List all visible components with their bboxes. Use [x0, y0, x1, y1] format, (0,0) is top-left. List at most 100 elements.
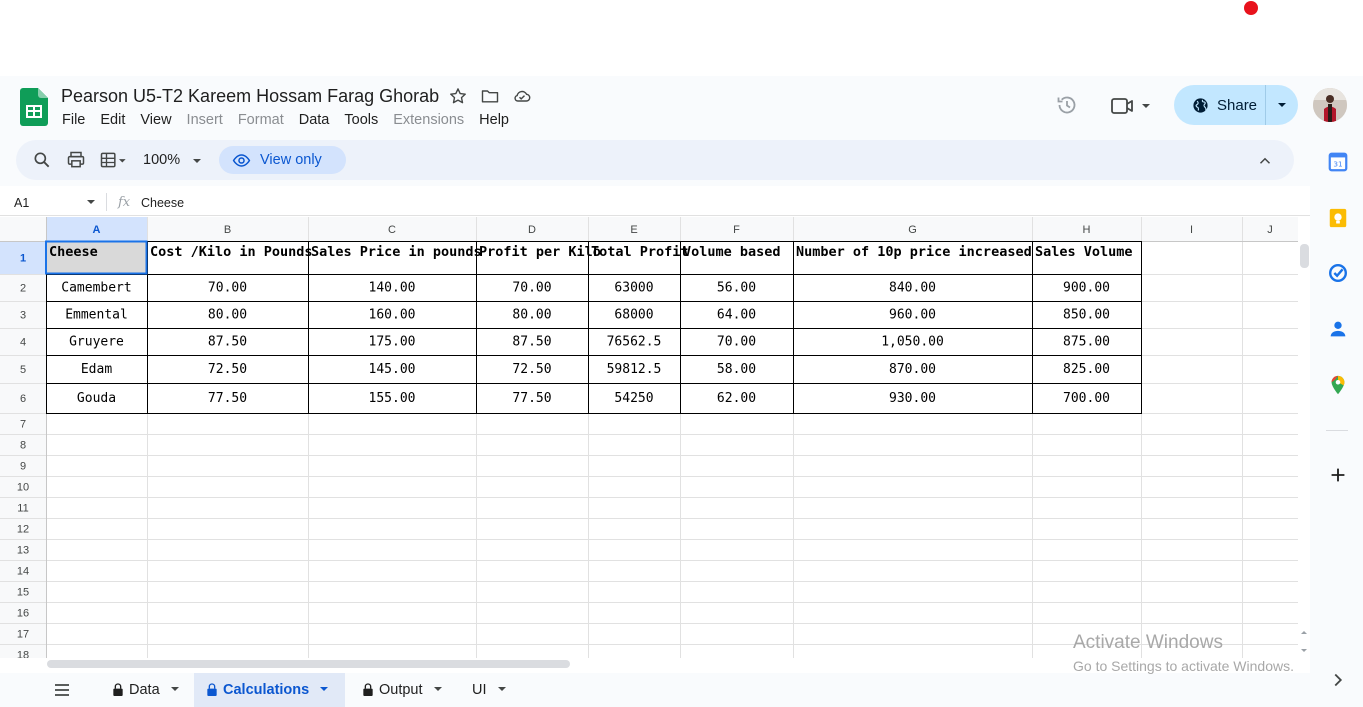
all-sheets-menu-icon[interactable] [53, 683, 71, 697]
name-box-caret-down-icon[interactable] [86, 199, 96, 207]
move-folder-icon[interactable] [480, 86, 500, 106]
document-title[interactable]: Pearson U5-T2 Kareem Hossam Farag Ghorab [61, 86, 439, 107]
star-icon[interactable] [448, 86, 468, 106]
row-header-label[interactable]: 13 [17, 545, 29, 557]
meet-video-icon[interactable] [1110, 94, 1154, 118]
table-cell[interactable]: 1,050.00 [881, 335, 944, 350]
table-cell[interactable]: 825.00 [1063, 362, 1110, 377]
column-header-label[interactable]: A [93, 224, 101, 236]
column-header-label[interactable]: D [528, 224, 536, 236]
header-cell[interactable]: Profit per Kilo [479, 244, 601, 260]
table-cell[interactable]: 59812.5 [607, 362, 662, 377]
view-only-button[interactable]: View only [219, 146, 346, 174]
table-cell[interactable]: 63000 [614, 281, 653, 296]
menu-view[interactable]: View [140, 112, 171, 128]
table-cell[interactable]: 930.00 [889, 391, 936, 406]
table-cell[interactable]: Camembert [61, 281, 131, 296]
table-cell[interactable]: 960.00 [889, 308, 936, 323]
menu-help[interactable]: Help [479, 112, 509, 128]
row-header-label[interactable]: 8 [20, 440, 26, 452]
sheets-logo-icon[interactable] [20, 88, 48, 126]
column-header-label[interactable]: H [1083, 224, 1091, 236]
format-table-icon[interactable] [97, 150, 131, 170]
table-cell[interactable]: 72.50 [512, 362, 551, 377]
table-cell[interactable]: 87.50 [208, 335, 247, 350]
column-header-label[interactable]: I [1190, 224, 1193, 236]
table-cell[interactable]: 87.50 [512, 335, 551, 350]
row-header-label[interactable]: 11 [17, 503, 28, 515]
menu-data[interactable]: Data [299, 112, 330, 128]
header-cell[interactable]: Cheese [49, 244, 98, 260]
row-header-label[interactable]: 10 [17, 482, 29, 494]
scroll-arrows-icon[interactable] [1299, 628, 1309, 658]
row-header-label[interactable]: 18 [17, 650, 29, 659]
maps-icon[interactable] [1327, 374, 1349, 396]
table-cell[interactable]: 58.00 [717, 362, 756, 377]
table-cell[interactable]: 70.00 [717, 335, 756, 350]
table-cell[interactable]: 70.00 [512, 281, 551, 296]
row-header-label[interactable]: 6 [20, 393, 26, 405]
table-cell[interactable]: 56.00 [717, 281, 756, 296]
table-cell[interactable]: 840.00 [889, 281, 936, 296]
table-cell[interactable]: 77.50 [208, 391, 247, 406]
chevron-right-icon[interactable] [1327, 669, 1349, 691]
zoom-caret-down-icon[interactable] [191, 157, 203, 167]
contacts-icon[interactable] [1327, 318, 1349, 340]
tab-caret-down-icon[interactable] [319, 686, 329, 694]
row-header-label[interactable]: 16 [17, 608, 29, 620]
table-cell[interactable]: 875.00 [1063, 335, 1110, 350]
table-cell[interactable]: Gruyere [69, 335, 124, 350]
table-cell[interactable]: 62.00 [717, 391, 756, 406]
table-cell[interactable]: 70.00 [208, 281, 247, 296]
tab-data[interactable]: Data [100, 673, 190, 707]
vertical-scrollbar[interactable] [1300, 244, 1309, 268]
table-cell[interactable]: 870.00 [889, 362, 936, 377]
horizontal-scrollbar[interactable] [47, 660, 570, 668]
table-cell[interactable]: 900.00 [1063, 281, 1110, 296]
column-header-label[interactable]: E [630, 224, 637, 236]
row-header-label[interactable]: 4 [20, 337, 26, 349]
column-header-label[interactable]: G [908, 224, 917, 236]
search-icon[interactable] [32, 150, 52, 170]
column-header-label[interactable]: C [388, 224, 396, 236]
table-cell[interactable]: 140.00 [369, 281, 416, 296]
menu-tools[interactable]: Tools [344, 112, 378, 128]
table-cell[interactable]: 160.00 [369, 308, 416, 323]
table-cell[interactable]: 76562.5 [607, 335, 662, 350]
row-header-label[interactable]: 3 [20, 310, 26, 322]
menu-file[interactable]: File [62, 112, 85, 128]
header-cell[interactable]: Number of 10p price increased [796, 244, 1032, 260]
table-cell[interactable]: 80.00 [208, 308, 247, 323]
print-icon[interactable] [66, 150, 86, 170]
share-button[interactable]: Share [1174, 85, 1298, 125]
table-cell[interactable]: 700.00 [1063, 391, 1110, 406]
avatar[interactable] [1313, 88, 1347, 122]
tab-calculations[interactable]: Calculations [194, 673, 345, 707]
tab-output[interactable]: Output [350, 673, 453, 707]
table-cell[interactable]: 175.00 [369, 335, 416, 350]
tab-caret-down-icon[interactable] [497, 686, 507, 694]
table-cell[interactable]: Gouda [77, 391, 116, 406]
table-cell[interactable]: 80.00 [512, 308, 551, 323]
zoom-select[interactable]: 100% [143, 152, 180, 168]
calendar-icon[interactable]: 31 [1327, 151, 1349, 173]
row-header-label[interactable]: 5 [20, 364, 26, 376]
table-cell[interactable]: 155.00 [369, 391, 416, 406]
table-cell[interactable]: Edam [81, 362, 112, 377]
tab-caret-down-icon[interactable] [433, 686, 443, 694]
tasks-icon[interactable] [1327, 262, 1349, 284]
header-cell[interactable]: Cost /Kilo in Pounds [150, 244, 313, 260]
header-cell[interactable]: Volume based [683, 244, 781, 260]
table-cell[interactable]: 145.00 [369, 362, 416, 377]
formula-input[interactable]: Cheese [141, 196, 184, 210]
column-header-label[interactable]: F [733, 224, 740, 236]
row-header-label[interactable]: 1 [20, 253, 26, 265]
table-cell[interactable]: 54250 [614, 391, 653, 406]
table-cell[interactable]: 77.50 [512, 391, 551, 406]
row-header-label[interactable]: 17 [17, 629, 29, 641]
table-cell[interactable]: 72.50 [208, 362, 247, 377]
share-main-button[interactable]: Share [1174, 85, 1266, 125]
header-cell[interactable]: Total Profit [591, 244, 689, 260]
menu-edit[interactable]: Edit [100, 112, 125, 128]
chevron-up-icon[interactable] [1256, 152, 1274, 170]
